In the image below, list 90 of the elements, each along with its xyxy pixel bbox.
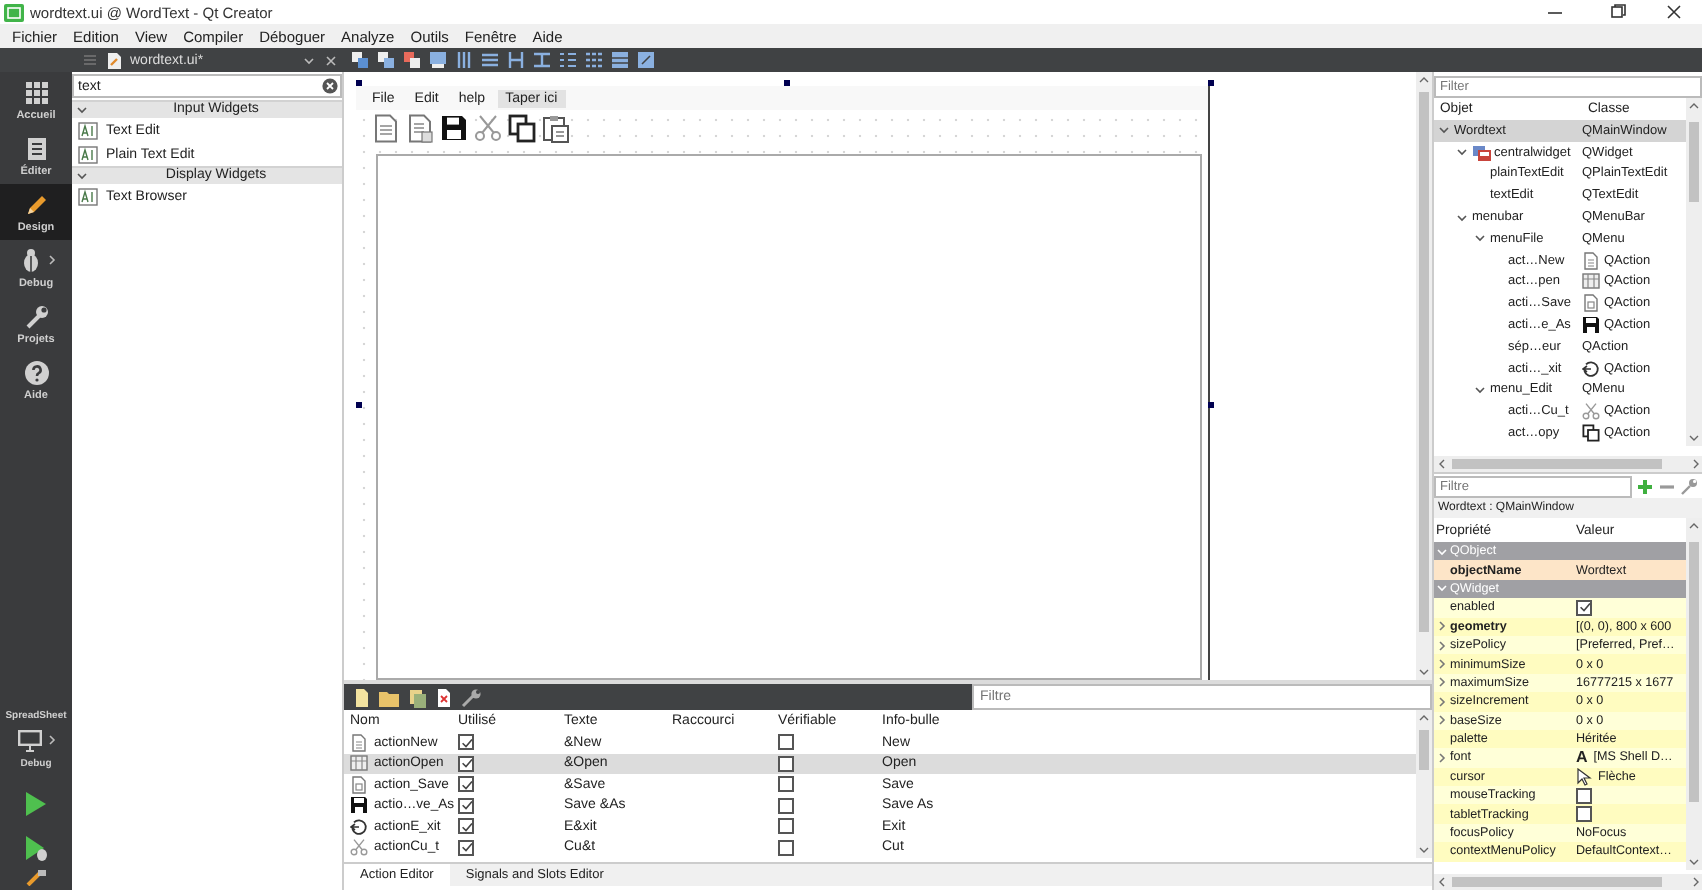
delete-icon[interactable]	[436, 687, 452, 707]
clipboard-icon[interactable]	[542, 114, 570, 144]
page-icon[interactable]	[406, 114, 434, 144]
close-icon[interactable]	[324, 53, 338, 67]
vertical-scrollbar[interactable]	[1416, 710, 1432, 858]
document-icon	[23, 135, 49, 161]
checkbox[interactable]	[458, 797, 474, 814]
grid-page-icon	[350, 754, 368, 773]
floppy-icon	[1582, 316, 1600, 335]
checkbox[interactable]	[458, 818, 474, 835]
chevron-down-icon[interactable]	[1474, 383, 1486, 396]
checkbox[interactable]	[458, 755, 474, 772]
chevron-right-icon[interactable]	[1436, 695, 1448, 708]
checkbox[interactable]	[458, 734, 474, 751]
resize-handle[interactable]	[1208, 80, 1214, 86]
chevron-right-icon[interactable]	[1436, 676, 1448, 689]
run-icon[interactable]	[24, 790, 48, 818]
check-icon	[1577, 600, 1591, 615]
folder-icon[interactable]	[378, 687, 400, 707]
cursor-icon	[1576, 767, 1592, 786]
text-widget-icon	[78, 145, 98, 163]
page-icon	[1582, 251, 1600, 270]
form-layout-icon[interactable]	[558, 50, 578, 70]
checkbox[interactable]	[458, 839, 474, 856]
help-icon	[23, 359, 49, 385]
chevron-down-icon[interactable]	[1438, 124, 1450, 137]
horizontal-scrollbar[interactable]	[1434, 456, 1702, 472]
checkbox[interactable]	[778, 839, 794, 856]
page-icon	[350, 775, 368, 794]
chevron-right-icon[interactable]	[1436, 620, 1448, 633]
wrench-icon	[23, 303, 49, 329]
resize-handle[interactable]	[356, 80, 362, 86]
checkbox[interactable]	[1576, 787, 1592, 804]
circular-arrow-icon	[350, 817, 368, 836]
checkbox[interactable]	[778, 734, 794, 751]
checkbox[interactable]	[778, 797, 794, 814]
circular-arrow-icon	[1582, 359, 1600, 378]
caret-icon[interactable]	[47, 254, 55, 266]
add-icon[interactable]	[1636, 477, 1654, 495]
checkbox[interactable]	[458, 776, 474, 793]
document-icon	[106, 51, 122, 69]
copy-icon	[1582, 424, 1600, 443]
page-icon	[350, 733, 368, 752]
caret-icon[interactable]	[302, 53, 316, 67]
font-preview: A	[1576, 748, 1588, 767]
hammer-icon[interactable]	[24, 870, 48, 886]
vertical-scrollbar[interactable]	[1686, 98, 1702, 446]
floppy-icon	[350, 796, 368, 815]
text-widget-icon	[78, 187, 98, 205]
text-widget-icon	[78, 121, 98, 139]
resize-handle[interactable]	[1208, 402, 1214, 408]
chevron-right-icon[interactable]	[1436, 751, 1448, 764]
resize-handle[interactable]	[784, 80, 790, 86]
chevron-right-icon[interactable]	[1436, 658, 1448, 671]
new-file-icon[interactable]	[354, 687, 370, 707]
wrench-icon[interactable]	[460, 687, 482, 707]
vertical-scrollbar[interactable]	[1686, 518, 1702, 870]
horizontal-scrollbar[interactable]	[1434, 874, 1702, 890]
debug-run-icon[interactable]	[24, 834, 48, 862]
scissors-icon	[1582, 402, 1600, 421]
copy-files-icon[interactable]	[408, 687, 428, 707]
caret-icon	[48, 734, 56, 746]
resize-handle[interactable]	[356, 402, 362, 408]
chevron-down-icon[interactable]	[1456, 146, 1468, 159]
chevron-down-icon[interactable]	[76, 104, 88, 116]
chevron-right-icon[interactable]	[1436, 639, 1448, 652]
scissors-icon	[350, 838, 368, 857]
chevron-right-icon[interactable]	[1436, 714, 1448, 727]
pencil-icon	[23, 191, 49, 217]
page-icon	[1582, 294, 1600, 313]
checkbox[interactable]	[1576, 806, 1592, 823]
chevron-down-icon[interactable]	[1474, 232, 1486, 245]
floppy-icon[interactable]	[440, 114, 468, 144]
grid-icon	[23, 79, 49, 105]
page-icon[interactable]	[372, 114, 400, 144]
checkbox[interactable]	[1576, 599, 1592, 616]
chevron-down-icon[interactable]	[76, 170, 88, 182]
monitor-icon	[16, 728, 44, 752]
rows-icon[interactable]	[480, 50, 500, 70]
widget-icon	[1472, 143, 1492, 162]
checkbox[interactable]	[778, 755, 794, 772]
checkbox[interactable]	[778, 776, 794, 793]
grid-icon[interactable]	[584, 50, 604, 70]
copy-icon[interactable]	[508, 114, 536, 144]
checkbox[interactable]	[778, 818, 794, 835]
wrench-icon[interactable]	[1680, 477, 1698, 495]
chevron-down-icon[interactable]	[1456, 211, 1468, 224]
columns-icon[interactable]	[454, 50, 474, 70]
clear-icon[interactable]	[322, 78, 338, 94]
grid-page-icon	[1582, 272, 1600, 291]
